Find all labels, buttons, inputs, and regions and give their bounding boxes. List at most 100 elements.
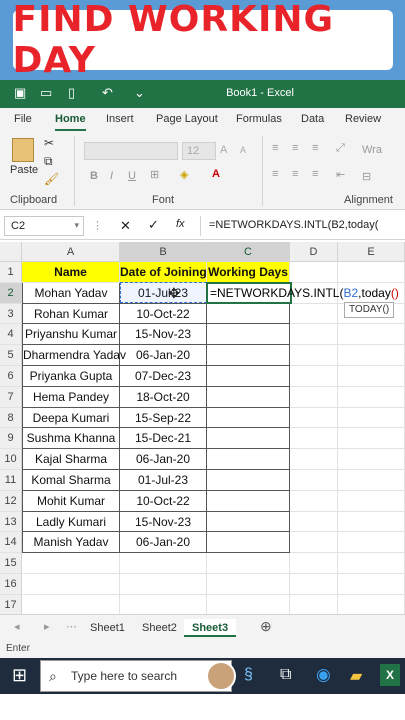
name-cell[interactable]: Manish Yadav [22,532,120,554]
customize-quick-access-icon[interactable]: ⌄ [134,85,145,101]
empty-cell[interactable] [290,262,338,283]
enter-formula-icon[interactable]: ✓ [148,217,159,233]
row-header[interactable]: 11 [0,470,22,491]
row-header[interactable]: 16 [0,574,22,595]
empty-cell[interactable] [290,324,338,346]
working-days-cell[interactable] [207,303,290,325]
date-cell[interactable]: 06-Jan-20 [120,345,207,366]
date-cell[interactable]: 01-Jul-23 [120,470,207,491]
cut-icon[interactable]: ✂ [44,136,54,150]
tab-formulas[interactable]: Formulas [236,113,282,125]
bottom-align-icon[interactable]: ≡ [312,142,318,154]
row-header[interactable]: 12 [0,490,22,512]
row-header[interactable]: 14 [0,532,22,554]
sheet-tabs-more-icon[interactable]: ⋯ [66,620,77,633]
name-box-dropdown-icon[interactable]: ▾ [74,220,79,231]
task-view-icon[interactable]: ⧉ [280,666,291,684]
working-days-cell[interactable] [207,428,290,450]
header-name[interactable]: Name [22,262,120,283]
sheet-tab-sheet1[interactable]: Sheet1 [90,619,125,637]
empty-cell[interactable] [338,470,405,491]
row-header[interactable]: 13 [0,511,22,533]
empty-cell[interactable] [290,490,338,512]
date-cell[interactable]: 15-Sep-22 [120,407,207,429]
working-days-cell[interactable] [207,470,290,491]
date-cell[interactable]: 10-Oct-22 [120,490,207,512]
undo-icon[interactable]: ↶ [102,85,113,101]
middle-align-icon[interactable]: ≡ [292,142,298,154]
font-name-box[interactable] [84,142,178,160]
column-header-d[interactable]: D [290,242,338,262]
date-cell[interactable]: 07-Dec-23 [120,366,207,387]
empty-cell[interactable] [338,366,405,387]
edge-icon[interactable]: ◉ [316,665,331,685]
empty-cell[interactable] [120,553,207,574]
name-cell[interactable]: Rohan Kumar [22,303,120,325]
indent-icon[interactable]: ⇤ [336,168,345,181]
empty-cell[interactable] [290,428,338,450]
row-header[interactable]: 5 [0,345,22,366]
name-cell[interactable]: Sushma Khanna [22,428,120,450]
borders-icon[interactable]: ⊞ [150,168,159,181]
italic-button[interactable]: I [110,170,113,182]
empty-cell[interactable] [290,553,338,574]
row-header[interactable]: 10 [0,449,22,470]
working-days-cell[interactable] [207,532,290,554]
empty-cell[interactable] [338,345,405,366]
format-painter-icon[interactable]: 🖌 [44,172,59,186]
empty-cell[interactable] [120,594,207,616]
empty-cell[interactable] [290,511,338,533]
cancel-formula-icon[interactable]: ✕ [120,218,131,234]
prev-sheet-icon[interactable]: ◂ [14,620,20,633]
underline-button[interactable]: U [128,170,136,182]
paste-label[interactable]: Paste [10,164,38,176]
align-left-icon[interactable]: ≡ [272,168,278,180]
row-header[interactable]: 8 [0,407,22,429]
font-color-icon[interactable]: A [212,168,220,180]
empty-cell[interactable] [207,574,290,595]
empty-cell[interactable] [290,532,338,554]
sheet-tab-sheet2[interactable]: Sheet2 [142,619,177,637]
wrap-text-button[interactable]: Wra [362,144,382,156]
next-sheet-icon[interactable]: ▸ [44,620,50,633]
empty-cell[interactable] [207,553,290,574]
name-cell[interactable]: Mohit Kumar [22,490,120,512]
c2-edit-text[interactable]: =NETWORKDAYS.INTL(B2,today() [210,284,399,302]
empty-cell[interactable] [120,574,207,595]
column-header-c[interactable]: C [207,242,290,262]
empty-cell[interactable] [22,574,120,595]
name-cell[interactable]: Deepa Kumari [22,407,120,429]
tab-insert[interactable]: Insert [106,113,134,125]
align-right-icon[interactable]: ≡ [312,168,318,180]
paste-icon[interactable] [12,138,34,162]
date-cell[interactable]: 15-Nov-23 [120,511,207,533]
row-header[interactable]: 6 [0,366,22,387]
select-all-corner[interactable] [0,242,22,262]
date-cell[interactable]: 15-Nov-23 [120,324,207,346]
empty-cell[interactable] [207,594,290,616]
empty-cell[interactable] [338,553,405,574]
formula-input[interactable]: =NETWORKDAYS.INTL(B2,today( [209,219,378,231]
add-sheet-icon[interactable]: ⊕ [260,618,272,635]
name-cell[interactable]: Dharmendra Yadav [22,345,126,366]
empty-cell[interactable] [338,532,405,554]
empty-cell[interactable] [338,511,405,533]
date-cell[interactable]: 06-Jan-20 [120,532,207,554]
sheet-tab-sheet3[interactable]: Sheet3 [184,619,237,637]
working-days-cell[interactable] [207,490,290,512]
insert-function-icon[interactable]: fx [176,218,185,230]
empty-cell[interactable] [338,449,405,470]
tab-review[interactable]: Review [345,113,381,125]
empty-cell[interactable] [338,386,405,408]
date-cell[interactable]: 15-Dec-21 [120,428,207,450]
empty-cell[interactable] [22,594,120,616]
row-header[interactable]: 3 [0,303,22,325]
windows-start-icon[interactable]: ⊞ [12,665,27,686]
column-header-a[interactable]: A [22,242,120,262]
row-header[interactable]: 17 [0,594,22,616]
empty-cell[interactable] [338,490,405,512]
top-align-icon[interactable]: ≡ [272,142,278,154]
name-cell[interactable]: Hema Pandey [22,386,120,408]
name-cell[interactable]: Ladly Kumari [22,511,120,533]
working-days-cell[interactable] [207,366,290,387]
